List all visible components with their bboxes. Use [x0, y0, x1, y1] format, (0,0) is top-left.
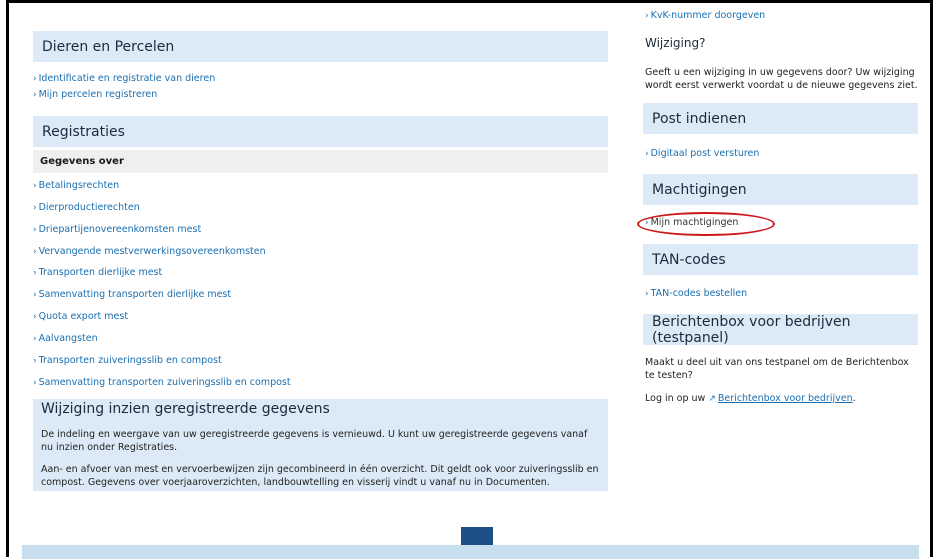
- info-paragraph-1: De indeling en weergave van uw geregistr…: [41, 429, 588, 453]
- chevron-right-icon: ›: [33, 203, 37, 213]
- chevron-right-icon: ›: [33, 90, 37, 100]
- info-paragraph-2: Aan- en afvoer van mest en vervoerbewijz…: [41, 464, 599, 488]
- link-aalvangsten[interactable]: › Aalvangsten: [33, 333, 98, 344]
- chevron-right-icon: ›: [645, 289, 649, 299]
- wijziging-text: Geeft u een wijziging in uw gegevens doo…: [645, 67, 918, 91]
- chevron-right-icon: ›: [33, 74, 37, 84]
- chevron-right-icon: ›: [33, 181, 37, 191]
- link-samenvatting-dierlijke-mest[interactable]: › Samenvatting transporten dierlijke mest: [33, 289, 231, 300]
- link-samenvatting-zuiveringsslib[interactable]: › Samenvatting transporten zuiveringsslib…: [33, 377, 291, 388]
- link-quota-export-mest[interactable]: › Quota export mest: [33, 311, 128, 322]
- section-header-registraties: Registraties: [33, 116, 608, 147]
- section-title: Registraties: [42, 123, 125, 140]
- chevron-right-icon: ›: [33, 312, 37, 322]
- section-header-post: Post indienen: [643, 103, 918, 134]
- chevron-right-icon: ›: [645, 149, 649, 159]
- chevron-right-icon: ›: [33, 268, 37, 278]
- link-dierproductierechten[interactable]: › Dierproductierechten: [33, 202, 140, 213]
- section-header-tan: TAN-codes: [643, 244, 918, 275]
- link-transporten-dierlijke-mest[interactable]: › Transporten dierlijke mest: [33, 267, 162, 278]
- link-vervangende-mestverwerking[interactable]: › Vervangende mestverwerkingsovereenkomst…: [33, 246, 266, 257]
- chevron-right-icon: ›: [33, 247, 37, 257]
- link-berichtenbox-bedrijven[interactable]: Berichtenbox voor bedrijven: [718, 393, 853, 404]
- chevron-right-icon: ›: [33, 378, 37, 388]
- annotation-ellipse: [637, 212, 775, 236]
- login-line: Log in op uw ↗ Berichtenbox voor bedrijve…: [645, 393, 856, 404]
- link-identificatie-dieren[interactable]: › Identificatie en registratie van dieren: [33, 73, 215, 84]
- chevron-right-icon: ›: [33, 356, 37, 366]
- section-header-berichtenbox: Berichtenbox voor bedrijven (testpanel): [643, 313, 918, 346]
- info-title: Wijziging inzien geregistreerde gegevens: [41, 401, 330, 417]
- section-title: Post indienen: [652, 110, 747, 127]
- link-kvk-nummer[interactable]: › KvK-nummer doorgeven: [645, 10, 765, 21]
- gegevens-over-header: Gegevens over: [33, 150, 608, 173]
- link-percelen-registreren[interactable]: › Mijn percelen registreren: [33, 89, 157, 100]
- scroll-to-top-tab[interactable]: [461, 527, 493, 545]
- chevron-right-icon: ›: [33, 334, 37, 344]
- link-tan-codes-bestellen[interactable]: › TAN-codes bestellen: [645, 288, 747, 299]
- chevron-right-icon: ›: [33, 225, 37, 235]
- external-link-icon: ↗: [708, 394, 716, 404]
- section-title: Berichtenbox voor bedrijven (testpanel): [652, 313, 851, 346]
- section-header-machtigingen: Machtigingen: [643, 174, 918, 205]
- link-digitaal-post[interactable]: › Digitaal post versturen: [645, 148, 759, 159]
- link-betalingsrechten[interactable]: › Betalingsrechten: [33, 180, 119, 191]
- wijziging-title: Wijziging?: [645, 36, 706, 50]
- link-driepartijenovereenkomsten[interactable]: › Driepartijenovereenkomsten mest: [33, 224, 201, 235]
- section-title: TAN-codes: [652, 251, 726, 268]
- section-title: Dieren en Percelen: [42, 38, 175, 55]
- footer-bar: [22, 545, 919, 559]
- section-title: Machtigingen: [652, 181, 747, 198]
- chevron-right-icon: ›: [33, 290, 37, 300]
- link-transporten-zuiveringsslib[interactable]: › Transporten zuiveringsslib en compost: [33, 355, 222, 366]
- berichtenbox-text: Maakt u deel uit van ons testpanel om de…: [645, 357, 909, 381]
- chevron-right-icon: ›: [645, 11, 649, 21]
- section-header-dieren: Dieren en Percelen: [33, 31, 608, 62]
